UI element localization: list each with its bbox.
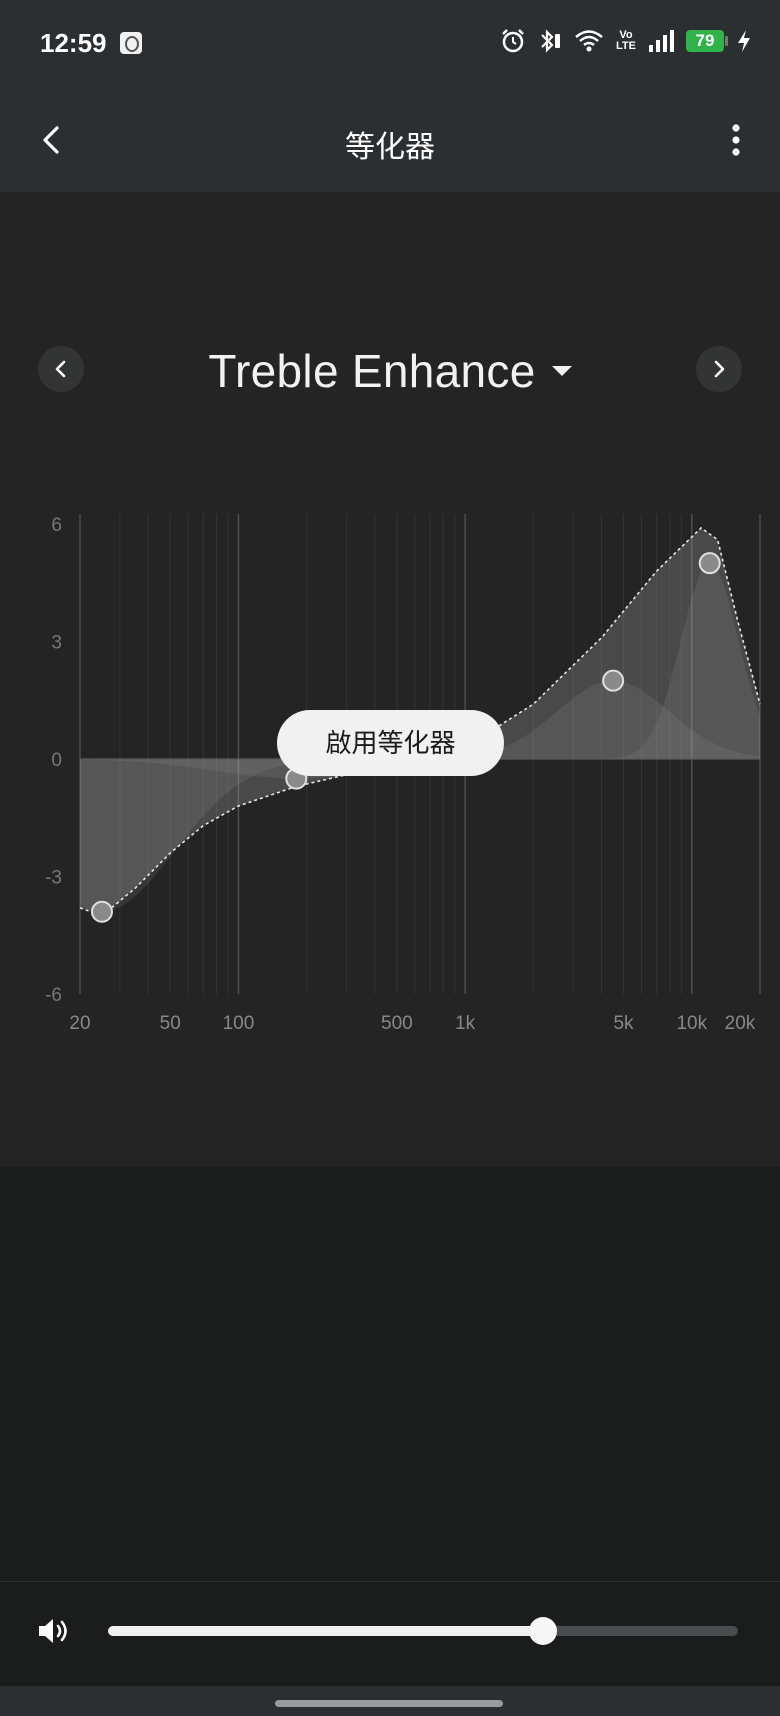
speaker-icon[interactable] <box>36 1614 70 1648</box>
more-vertical-icon <box>732 124 740 156</box>
x-tick-label: 20k <box>725 1013 756 1034</box>
y-tick-label: -3 <box>45 868 62 889</box>
band-handle[interactable] <box>602 669 625 692</box>
band-handle[interactable] <box>698 552 721 575</box>
volume-slider[interactable] <box>108 1617 738 1645</box>
volte-icon: Vo LTE <box>616 30 636 52</box>
more-options-button[interactable] <box>714 118 758 162</box>
volume-bar <box>0 1582 780 1686</box>
status-bar: 12:59 Vo LTE 79 <box>0 0 780 88</box>
alarm-icon <box>502 29 524 53</box>
signal-icon <box>649 30 674 52</box>
page-title: 等化器 <box>345 131 435 164</box>
status-time: 12:59 <box>40 28 107 58</box>
band-handle[interactable] <box>90 900 113 923</box>
status-icons: Vo LTE 79 <box>500 28 752 54</box>
bluetooth-icon <box>541 29 561 53</box>
volume-slider-fill <box>108 1626 543 1636</box>
battery-level: 79 <box>695 31 715 50</box>
eq-chart[interactable]: 6 3 0 -3 -6 20 50 100 500 1k 5k 10k 20k <box>0 192 780 1167</box>
enable-equalizer-button[interactable]: 啟用等化器 <box>277 710 504 776</box>
eq-chart-svg: 6 3 0 -3 -6 20 50 100 500 1k 5k 10k 20k <box>45 514 761 1034</box>
empty-area <box>0 1167 780 1580</box>
volume-slider-thumb[interactable] <box>528 1617 557 1645</box>
y-tick-label: -6 <box>45 985 62 1006</box>
x-tick-label: 10k <box>676 1013 707 1034</box>
y-tick-label: 0 <box>51 750 62 771</box>
app-bar: 等化器 <box>0 88 780 192</box>
x-tick-label: 1k <box>455 1013 476 1034</box>
x-tick-label: 50 <box>160 1013 181 1034</box>
x-tick-label: 500 <box>381 1013 413 1034</box>
charging-icon <box>738 30 750 52</box>
app-notification-icon <box>120 32 142 54</box>
home-indicator[interactable] <box>275 1700 503 1707</box>
wifi-icon <box>575 30 603 52</box>
volte-line2: LTE <box>616 40 636 52</box>
equalizer-panel: Treble Enhance 6 3 0 -3 -6 20 50 100 500 1k 5k 10k 2… <box>0 192 780 1167</box>
x-tick-label: 5k <box>613 1013 634 1034</box>
navigation-bar <box>0 1686 780 1716</box>
battery-icon: 79 <box>686 30 728 52</box>
y-tick-label: 6 <box>51 515 62 536</box>
y-tick-label: 3 <box>51 633 62 654</box>
x-tick-label: 100 <box>223 1013 255 1034</box>
x-tick-label: 20 <box>69 1013 90 1034</box>
